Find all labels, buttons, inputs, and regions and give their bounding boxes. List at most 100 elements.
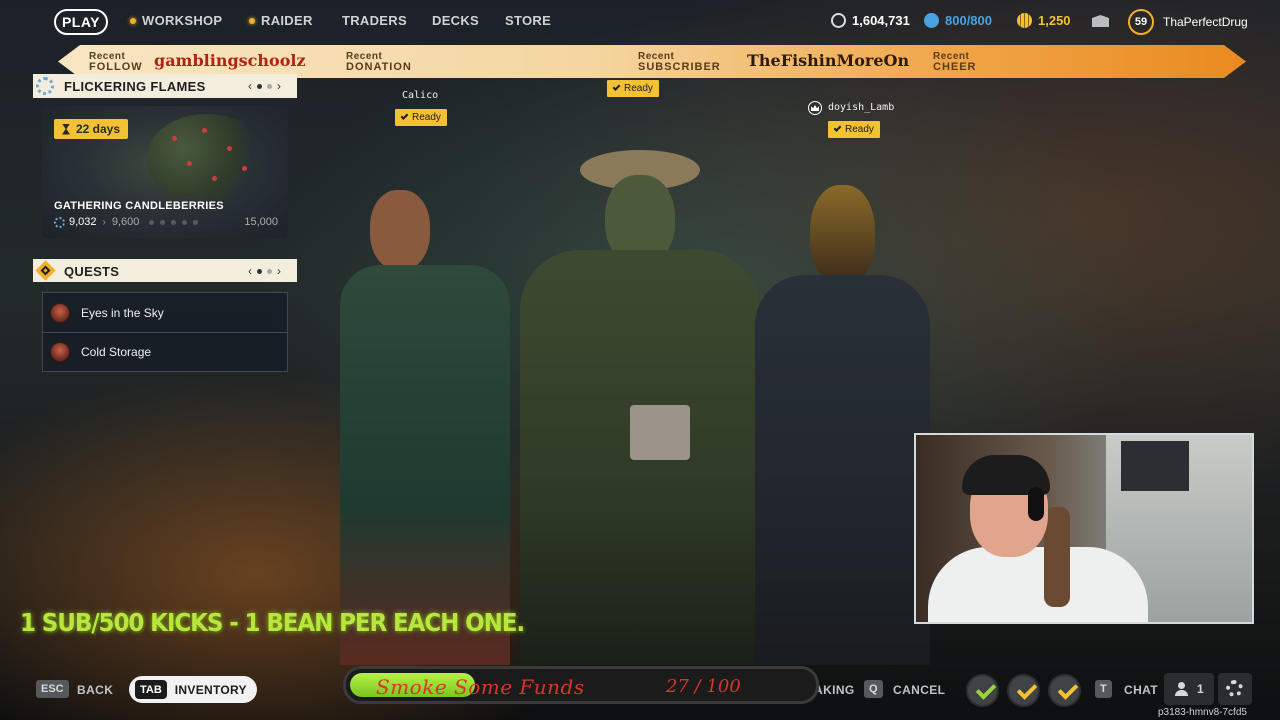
event-title: FLICKERING FLAMES xyxy=(64,79,206,94)
inventory-label: INVENTORY xyxy=(174,682,247,697)
quest-giver-avatar xyxy=(50,342,70,362)
alert-follow-name: gamblingschoolz xyxy=(154,51,306,70)
page-dot xyxy=(257,268,262,274)
inventory-button[interactable]: TAB INVENTORY xyxy=(129,676,257,703)
ready-label: Ready xyxy=(845,124,874,135)
notification-dot-icon xyxy=(130,17,136,24)
squad-character-1[interactable] xyxy=(340,185,510,665)
event-progress: 9,032 › 9,600 15,000 xyxy=(54,216,278,228)
headset-icon xyxy=(1028,487,1044,521)
squad-character-2[interactable] xyxy=(520,150,760,665)
top-nav: PLAY WORKSHOP RAIDER TRADERS DECKS STORE… xyxy=(0,0,1280,44)
character-body xyxy=(755,275,930,665)
friends-count: 1 xyxy=(1197,682,1205,696)
event-card[interactable]: 22 days GATHERING CANDLEBERRIES 9,032 › … xyxy=(42,106,288,238)
alert-donation-label-bottom: DONATION xyxy=(346,61,412,73)
chevron-left-icon[interactable]: ‹ xyxy=(248,264,252,278)
event-header[interactable]: FLICKERING FLAMES ‹ › xyxy=(33,74,297,98)
quest-list: Eyes in the Sky Cold Storage xyxy=(42,292,288,372)
gear-icon xyxy=(54,216,65,228)
gear-icon xyxy=(1226,680,1243,697)
chevron-left-icon[interactable]: ‹ xyxy=(248,79,252,93)
alert-cheer-label: Recent CHEER xyxy=(933,52,977,73)
streamer-hair xyxy=(1044,507,1070,607)
nav-store-label: STORE xyxy=(505,13,552,28)
nav-workshop[interactable]: WORKSHOP xyxy=(130,13,222,28)
ready-label: Ready xyxy=(412,112,441,123)
nav-store[interactable]: STORE xyxy=(505,13,551,28)
nav-decks-label: DECKS xyxy=(432,13,480,28)
quests-header[interactable]: QUESTS ‹ › xyxy=(33,259,297,282)
event-days: 22 days xyxy=(76,122,121,136)
q-key-icon: Q xyxy=(864,680,883,698)
coin-icon xyxy=(831,13,846,28)
alert-subscriber-label: Recent SUBSCRIBER xyxy=(638,52,721,73)
nav-workshop-label: WORKSHOP xyxy=(142,13,223,28)
player-level-badge: 59 xyxy=(1128,9,1154,35)
event-timer-badge: 22 days xyxy=(54,119,129,139)
page-dot xyxy=(257,83,262,89)
alert-follow-label: Recent FOLLOW xyxy=(89,52,143,73)
hourglass-icon xyxy=(62,123,70,135)
donation-goal-bar: Smoke Some Funds 27 / 100 xyxy=(343,666,819,704)
quest-item[interactable]: Cold Storage xyxy=(43,332,287,371)
quest-item-label: Eyes in the Sky xyxy=(81,305,164,320)
berry-shape xyxy=(202,128,207,133)
event-progress-current: 9,032 xyxy=(69,216,97,228)
squad-player-1-name: Calico xyxy=(402,90,439,101)
squad-character-3[interactable] xyxy=(755,175,930,665)
check-icon xyxy=(400,112,409,120)
currency-coins[interactable]: 1,604,731 xyxy=(831,13,910,28)
event-name: GATHERING CANDLEBERRIES xyxy=(54,200,224,212)
character-head xyxy=(370,190,430,270)
t-key-icon: T xyxy=(1095,680,1112,698)
check-icon xyxy=(833,124,842,132)
play-button[interactable]: PLAY xyxy=(54,9,108,35)
donation-goal-label: Smoke Some Funds xyxy=(376,675,585,699)
friends-icon xyxy=(1175,682,1193,696)
quests-pager[interactable]: ‹ › xyxy=(248,264,281,278)
party-leader-crown-icon xyxy=(808,101,822,115)
currency-tokens[interactable]: 1,250 xyxy=(1017,13,1071,28)
squad-ready-check-icon xyxy=(1048,674,1081,707)
chevron-right-icon: › xyxy=(102,216,106,228)
squad-ready-check-icon xyxy=(1007,674,1040,707)
currency-creds-value: 800/800 xyxy=(945,13,992,28)
alert-follow-label-bottom: FOLLOW xyxy=(89,61,143,73)
chat-button[interactable]: CHAT xyxy=(1124,683,1158,697)
alert-donation-label: Recent DONATION xyxy=(346,52,412,73)
progress-dots xyxy=(149,219,199,225)
player-username[interactable]: ThaPerfectDrug xyxy=(1163,15,1248,29)
character-device xyxy=(630,405,690,460)
quest-item-label: Cold Storage xyxy=(81,345,152,359)
event-pager[interactable]: ‹ › xyxy=(248,79,281,93)
alert-subscriber-label-bottom: SUBSCRIBER xyxy=(638,61,721,73)
notification-dot-icon xyxy=(249,17,255,24)
gear-icon xyxy=(36,77,54,95)
sub-goal-text: 1 SUB/500 KICKS - 1 BEAN PER EACH ONE. xyxy=(20,608,525,637)
chevron-right-icon[interactable]: › xyxy=(277,79,281,93)
alert-cheer-label-bottom: CHEER xyxy=(933,61,977,73)
making-label[interactable]: AKING xyxy=(814,683,855,697)
currency-creds[interactable]: 800/800 xyxy=(924,13,992,28)
mail-icon[interactable] xyxy=(1092,15,1109,27)
quest-item[interactable]: Eyes in the Sky xyxy=(43,293,287,332)
donation-goal-count: 27 / 100 xyxy=(666,676,741,697)
ready-label: Ready xyxy=(624,83,653,94)
squad-player-3-ready: Ready xyxy=(828,121,880,138)
quest-giver-avatar xyxy=(50,302,70,323)
chevron-right-icon[interactable]: › xyxy=(277,264,281,278)
nav-raider[interactable]: RAIDER xyxy=(249,13,313,28)
nav-decks[interactable]: DECKS xyxy=(432,13,479,28)
cancel-button[interactable]: CANCEL xyxy=(893,683,945,697)
berry-shape xyxy=(187,161,192,166)
berry-shape xyxy=(212,176,217,181)
candleberry-bush-image xyxy=(147,114,267,200)
back-button[interactable]: BACK xyxy=(77,683,113,697)
webcam-poster xyxy=(1121,441,1189,491)
character-head xyxy=(810,185,875,285)
event-progress-next: 9,600 xyxy=(111,216,140,228)
currency-coins-value: 1,604,731 xyxy=(852,13,910,28)
event-progress-max: 15,000 xyxy=(244,216,278,228)
nav-traders[interactable]: TRADERS xyxy=(342,13,407,28)
